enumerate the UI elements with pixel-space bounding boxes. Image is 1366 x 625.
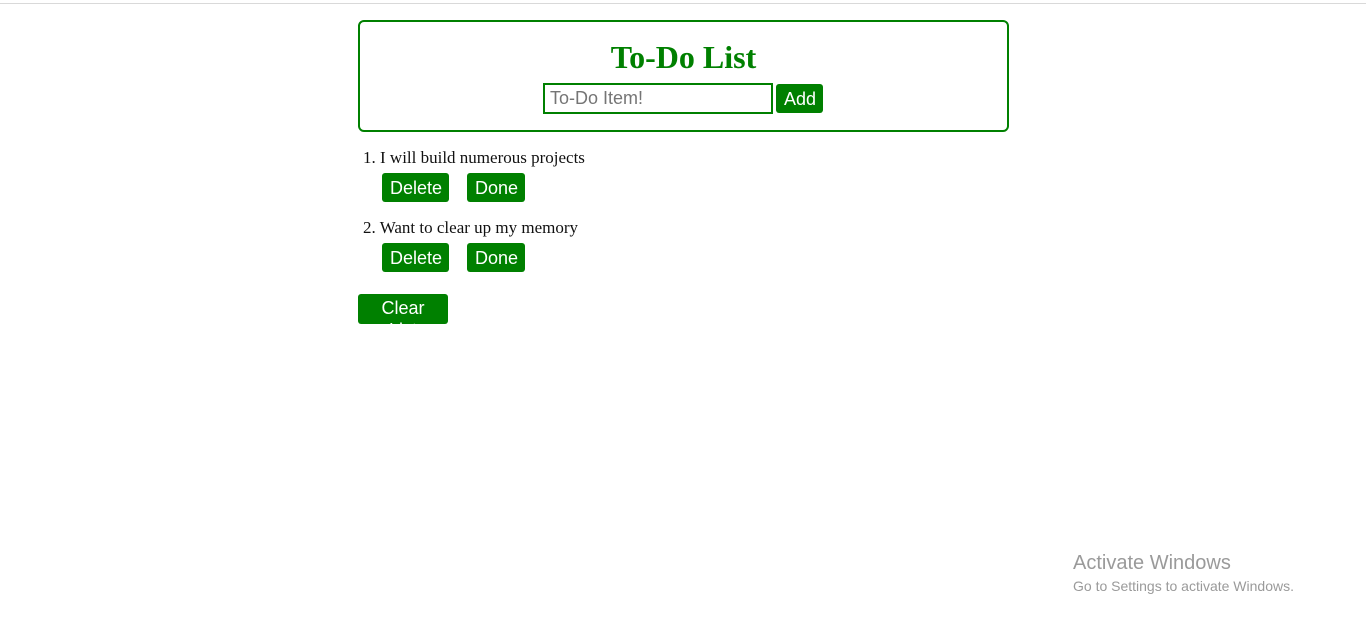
delete-button[interactable]: Delete bbox=[382, 243, 449, 272]
add-button[interactable]: Add bbox=[776, 84, 823, 113]
delete-button[interactable]: Delete bbox=[382, 173, 449, 202]
done-button[interactable]: Done bbox=[467, 243, 525, 272]
watermark-title: Activate Windows bbox=[1073, 552, 1231, 574]
watermark-subtitle: Go to Settings to activate Windows. bbox=[1073, 578, 1294, 594]
page-title: To-Do List bbox=[610, 39, 757, 75]
todo-item-number: 1. bbox=[363, 148, 376, 167]
done-button[interactable]: Done bbox=[467, 173, 525, 202]
top-border bbox=[0, 3, 1366, 4]
clear-list-button[interactable]: Clear List bbox=[358, 294, 448, 340]
todo-list: 1. I will build numerous projects Delete… bbox=[363, 146, 963, 286]
todo-item: 1. I will build numerous projects Delete… bbox=[363, 146, 963, 216]
todo-item-text: I will build numerous projects bbox=[380, 148, 585, 167]
todo-item-input[interactable] bbox=[543, 83, 773, 114]
todo-header-card: To-Do List Add bbox=[358, 20, 1009, 132]
todo-item-actions: Delete Done bbox=[382, 243, 525, 272]
todo-item: 2. Want to clear up my memory Delete Done bbox=[363, 216, 963, 286]
todo-item-text: Want to clear up my memory bbox=[379, 218, 579, 237]
todo-item-actions: Delete Done bbox=[382, 173, 525, 202]
activate-windows-watermark: Activate Windows Go to Settings to activ… bbox=[1073, 551, 1294, 596]
todo-item-number: 2. bbox=[363, 218, 376, 237]
